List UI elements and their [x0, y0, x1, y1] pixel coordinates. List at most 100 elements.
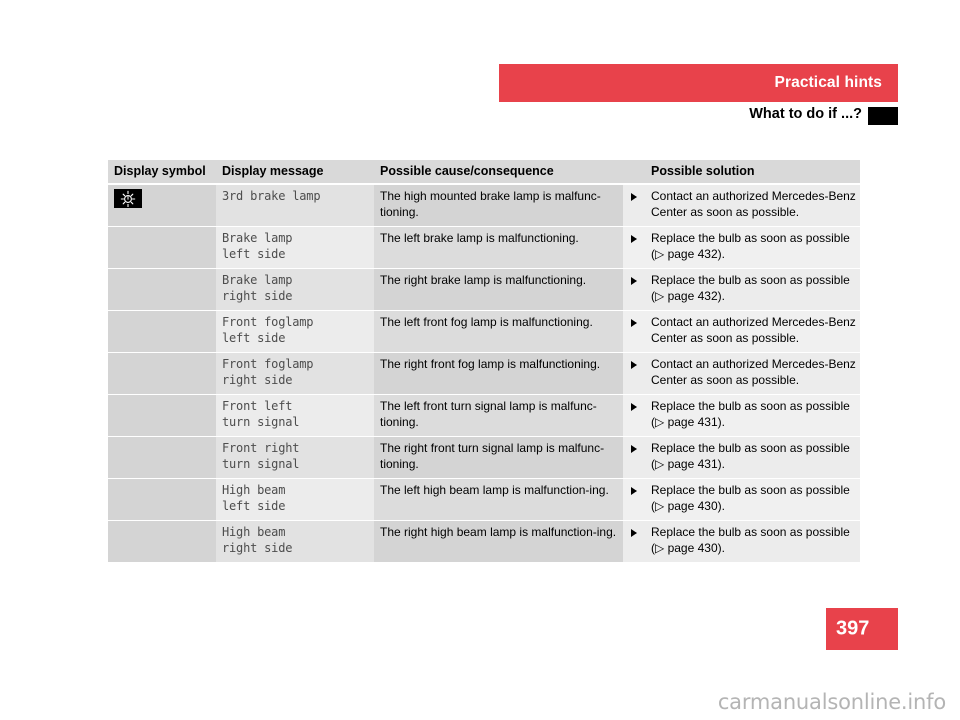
display-message-line: left side: [222, 246, 286, 261]
solution-line: Center as soon as possible.: [651, 372, 800, 387]
display-message-line: Brake lamp: [222, 231, 293, 245]
cell-display-symbol: [108, 478, 216, 521]
cell-possible-solution: Replace the bulb as soon as possible (▷ p…: [645, 226, 861, 269]
cell-display-message: High beam right side: [216, 520, 374, 563]
column-header-possible-solution: Possible solution: [645, 160, 861, 185]
display-message-line: High beam: [222, 525, 286, 539]
column-header-possible-cause: Possible cause/consequence: [374, 160, 646, 185]
cell-possible-cause: The right front fog lamp is malfunctioni…: [374, 352, 623, 395]
column-header-display-message: Display message: [216, 160, 374, 185]
table-row: Front left turn signal The left front turn…: [108, 394, 861, 437]
display-message-line: [222, 205, 368, 221]
cell-display-symbol: [108, 226, 216, 269]
cell-display-message: Brake lamp left side: [216, 226, 374, 269]
solution-bullet-triangle-icon: [623, 436, 646, 479]
cell-display-message: Front foglamp left side: [216, 310, 374, 353]
table-row: 3rd brake lamp The high mounted brake la…: [108, 184, 861, 227]
solution-line: Contact an authorized Mercedes-Benz: [651, 357, 856, 371]
display-message-line: right side: [222, 288, 293, 303]
table-row: High beam left side The left high beam lam…: [108, 478, 861, 521]
display-message-line: Front foglamp: [222, 315, 314, 329]
table-body: 3rd brake lamp The high mounted brake la…: [108, 184, 861, 563]
solution-bullet-triangle-icon: [623, 478, 646, 521]
cell-display-symbol: [108, 520, 216, 563]
display-messages-table: Display symbol Display message Possible …: [108, 160, 861, 563]
table-row: Brake lamp right side The right brake lamp…: [108, 268, 861, 311]
cell-display-symbol: [108, 352, 216, 395]
cell-possible-solution: Replace the bulb as soon as possible (▷ p…: [645, 268, 861, 311]
cell-possible-cause: The left high beam lamp is malfunction-i…: [374, 478, 623, 521]
solution-line: Center as soon as possible.: [651, 330, 800, 345]
cell-possible-cause: The right front turn signal lamp is malf…: [374, 436, 623, 479]
page-number-box: 397: [826, 608, 898, 650]
solution-line: Replace the bulb as soon as possible: [651, 441, 850, 455]
cell-display-message: Front foglamp right side: [216, 352, 374, 395]
table-row: Front foglamp right side The right front f…: [108, 352, 861, 395]
cell-display-symbol: [108, 268, 216, 311]
cell-possible-solution: Contact an authorized Mercedes-Benz Cente…: [645, 352, 861, 395]
cell-possible-solution: Replace the bulb as soon as possible (▷ p…: [645, 478, 861, 521]
solution-line: (▷ page 432).: [651, 246, 725, 261]
solution-bullet-triangle-icon: [623, 520, 646, 563]
display-message-line: turn signal: [222, 456, 300, 471]
cell-possible-solution: Replace the bulb as soon as possible (▷ p…: [645, 520, 861, 563]
subsection-title: What to do if ...?: [749, 106, 862, 122]
cell-display-symbol: [108, 310, 216, 353]
column-header-display-symbol: Display symbol: [108, 160, 216, 185]
display-message-line: left side: [222, 330, 286, 345]
display-message-line: 3rd brake lamp: [222, 189, 321, 203]
display-message-line: High beam: [222, 483, 286, 497]
cell-possible-cause: The left front turn signal lamp is malfu…: [374, 394, 623, 437]
display-message-line: right side: [222, 540, 293, 555]
cell-display-message: 3rd brake lamp: [216, 184, 374, 227]
cell-possible-solution: Replace the bulb as soon as possible (▷ p…: [645, 394, 861, 437]
solution-line: Replace the bulb as soon as possible: [651, 273, 850, 287]
solution-line: (▷ page 430).: [651, 498, 725, 513]
cell-display-message: High beam left side: [216, 478, 374, 521]
cell-possible-cause: The left brake lamp is malfunctioning.: [374, 226, 623, 269]
display-message-line: Front left: [222, 399, 293, 413]
display-message-line: Front right: [222, 441, 300, 455]
table-row: Front foglamp left side The left front fog…: [108, 310, 861, 353]
cell-possible-cause: The right brake lamp is malfunctioning.: [374, 268, 623, 311]
practical-hints-table-wrapper: Display symbol Display message Possible …: [108, 160, 861, 563]
cell-display-symbol: [108, 436, 216, 479]
solution-line: Contact an authorized Mercedes-Benz: [651, 189, 856, 203]
cell-display-message: Front right turn signal: [216, 436, 374, 479]
solution-line: Contact an authorized Mercedes-Benz: [651, 315, 856, 329]
solution-line: Replace the bulb as soon as possible: [651, 483, 850, 497]
subsection-header: What to do if ...?: [499, 106, 898, 128]
table-header: Display symbol Display message Possible …: [108, 160, 861, 185]
lamp-icon: [114, 189, 142, 208]
solution-line: Replace the bulb as soon as possible: [651, 231, 850, 245]
display-message-line: Front foglamp: [222, 357, 314, 371]
cell-possible-cause: The right high beam lamp is malfunction-…: [374, 520, 623, 563]
display-message-line: right side: [222, 372, 293, 387]
solution-line: (▷ page 431).: [651, 414, 725, 429]
display-message-line: Brake lamp: [222, 273, 293, 287]
site-watermark: carmanualsonline.info: [717, 690, 946, 714]
section-header-bar: Practical hints: [499, 64, 898, 102]
table-row: Brake lamp left side The left brake lamp i…: [108, 226, 861, 269]
cell-possible-cause: The left front fog lamp is malfunctionin…: [374, 310, 623, 353]
cell-possible-solution: Contact an authorized Mercedes-Benz Cente…: [645, 184, 861, 227]
display-message-line: left side: [222, 498, 286, 513]
cell-display-symbol: [108, 394, 216, 437]
display-message-line: turn signal: [222, 414, 300, 429]
solution-bullet-triangle-icon: [623, 226, 646, 269]
cell-display-message: Brake lamp right side: [216, 268, 374, 311]
solution-bullet-triangle-icon: [623, 352, 646, 395]
section-title: Practical hints: [774, 74, 882, 91]
solution-line: (▷ page 430).: [651, 540, 725, 555]
cell-possible-cause: The high mounted brake lamp is malfunc-t…: [374, 184, 623, 227]
solution-line: Center as soon as possible.: [651, 204, 800, 219]
solution-bullet-triangle-icon: [623, 310, 646, 353]
solution-line: Replace the bulb as soon as possible: [651, 399, 850, 413]
cell-possible-solution: Contact an authorized Mercedes-Benz Cente…: [645, 310, 861, 353]
cell-display-symbol: [108, 184, 216, 227]
solution-line: Replace the bulb as soon as possible: [651, 525, 850, 539]
solution-bullet-triangle-icon: [623, 184, 646, 227]
table-header-row: Display symbol Display message Possible …: [108, 160, 861, 185]
table-row: Front right turn signal The right front tu…: [108, 436, 861, 479]
solution-bullet-triangle-icon: [623, 268, 646, 311]
